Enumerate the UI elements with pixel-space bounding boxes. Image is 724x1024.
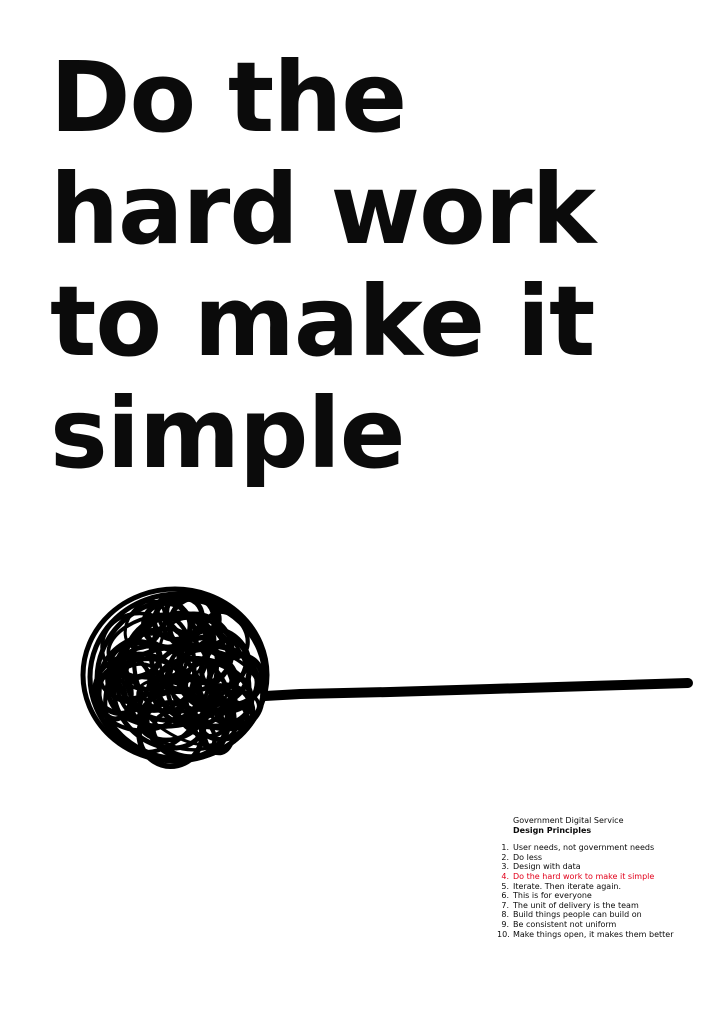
principle-number: 1. bbox=[501, 843, 509, 853]
principle-number: 6. bbox=[501, 891, 509, 901]
principle-number: 4. bbox=[501, 871, 509, 881]
headline-line-4: simple bbox=[50, 377, 406, 490]
principle-text: Make things open, it makes them better bbox=[513, 929, 674, 939]
principle-number: 9. bbox=[501, 919, 509, 929]
principle-number: 2. bbox=[501, 852, 509, 862]
tangled-ball-of-string-icon bbox=[80, 586, 693, 769]
string-line bbox=[260, 678, 693, 701]
principle-text: This is for everyone bbox=[513, 891, 592, 901]
principle-text: Be consistent not uniform bbox=[513, 919, 617, 929]
design-principles-panel: Government Digital Service Design Princi… bbox=[497, 816, 717, 939]
principle-text: User needs, not government needs bbox=[513, 843, 655, 853]
principle-number: 8. bbox=[501, 910, 509, 920]
principle-item: 10. Make things open, it makes them bette… bbox=[497, 930, 717, 940]
principle-number: 5. bbox=[501, 881, 509, 891]
principle-text: Build things people can build on bbox=[513, 910, 642, 920]
principle-item: 6. This is for everyone bbox=[497, 891, 717, 901]
principle-item: 1. User needs, not government needs bbox=[497, 843, 717, 853]
headline-line-1: Do the bbox=[50, 41, 407, 154]
principle-item: 3. Design with data bbox=[497, 862, 717, 872]
principle-text: Design with data bbox=[513, 862, 581, 872]
poster-headline: Do the hard work to make it simple bbox=[50, 42, 710, 490]
principle-number: 3. bbox=[501, 862, 509, 872]
principles-title: Design Principles bbox=[513, 825, 592, 835]
principle-number: 7. bbox=[501, 900, 509, 910]
principle-item: 4. Do the hard work to make it simple bbox=[497, 872, 717, 882]
principle-item: 8. Build things people can build on bbox=[497, 910, 717, 920]
principle-text: Do less bbox=[513, 852, 543, 862]
headline-line-2: hard work bbox=[50, 153, 596, 266]
principle-number: 10. bbox=[497, 929, 510, 939]
principles-list: 1. User needs, not government needs 2. Do l… bbox=[497, 843, 717, 939]
string-ball bbox=[80, 586, 270, 769]
headline-line-3: to make it bbox=[50, 265, 595, 378]
principle-item: 7. The unit of delivery is the team bbox=[497, 901, 717, 911]
principle-item: 9. Be consistent not uniform bbox=[497, 920, 717, 930]
principle-item: 5. Iterate. Then iterate again. bbox=[497, 882, 717, 892]
principle-text: The unit of delivery is the team bbox=[513, 900, 639, 910]
organisation-name: Government Digital Service bbox=[513, 816, 624, 825]
principle-item: 2. Do less bbox=[497, 853, 717, 863]
principle-text: Iterate. Then iterate again. bbox=[513, 881, 622, 891]
principle-text: Do the hard work to make it simple bbox=[513, 871, 655, 881]
